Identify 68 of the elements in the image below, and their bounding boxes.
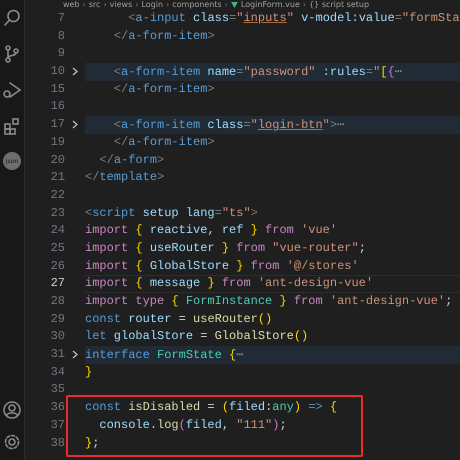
breadcrumb-symbol[interactable]: {} script setup [309, 0, 370, 9]
breadcrumb-folder[interactable]: views [110, 0, 132, 9]
code-text: import type { FormInstance } from 'ant-design-vue'; [85, 294, 452, 308]
breadcrumb-separator: › [103, 0, 107, 9]
line-number: 28 [50, 293, 65, 310]
line-number: 23 [50, 204, 65, 222]
line-number: 31 [50, 346, 65, 364]
line-number: 10 [50, 63, 65, 80]
line-number: 25 [50, 240, 65, 257]
code-text: }; [85, 436, 100, 450]
breadcrumb-separator: › [166, 0, 170, 9]
line-number: 36 [50, 399, 65, 416]
breadcrumb-folder[interactable]: src [88, 0, 100, 9]
code-text: import { reactive, ref } from 'vue' [85, 223, 338, 238]
code-text: import { message } from 'ant-design-vue' [85, 276, 374, 290]
breadcrumb-separator: › [82, 0, 86, 9]
line-number: 9 [56, 45, 65, 62]
line-number: 7 [56, 10, 65, 27]
line-number: 34 [50, 364, 65, 381]
code-text: let globalStore = GlobalStore() [85, 329, 308, 344]
line-number: 15 [50, 80, 65, 98]
code-text: import { useRouter } from "vue-router"; [85, 240, 366, 255]
line-number: 24 [50, 222, 65, 240]
code-text: import { GlobalStore } from '@/stores' [85, 258, 359, 273]
code-text: <script setup lang="ts"> [85, 206, 258, 220]
chevron-icon[interactable] [72, 350, 78, 360]
search-icon[interactable] [2, 8, 22, 28]
line-number: 37 [50, 416, 65, 434]
account-icon[interactable] [2, 400, 22, 420]
code-text: </a-form> [98, 152, 164, 166]
line-number: 8 [56, 28, 65, 45]
line-number: 35 [50, 381, 65, 398]
line-number: 16 [50, 98, 65, 116]
code-text: const router = useRouter() [85, 312, 272, 326]
code-text: </a-form-item> [112, 134, 215, 149]
code-text: <a-form-item name="password" :rules="[{⋯ [112, 65, 402, 80]
code-text: </template> [85, 170, 164, 184]
chevron-icon[interactable] [72, 120, 78, 130]
breadcrumb-folder[interactable]: web [63, 0, 80, 9]
code-text: } [85, 364, 92, 379]
code-text: const isDisabled = (filed:any) => { [85, 400, 338, 414]
play-bug-icon[interactable] [2, 80, 22, 100]
code-text: console.log(filed, "111"); [98, 418, 287, 432]
breadcrumb-file[interactable]: LoginForm.vue [240, 0, 300, 9]
breadcrumb-folder[interactable]: Login [141, 0, 164, 9]
line-number: 29 [50, 310, 65, 328]
line-number: 26 [50, 258, 65, 275]
extensions-icon[interactable] [2, 116, 22, 136]
line-number: 27 [50, 275, 65, 292]
line-number: 38 [50, 434, 65, 452]
code-text: </a-form-item> [112, 28, 215, 43]
chevron-icon[interactable] [72, 67, 78, 76]
code-text: <a-form-item class="login-btn">⋯ [112, 118, 344, 132]
breadcrumb-folder[interactable]: components [172, 0, 222, 9]
breadcrumb-separator: › [224, 0, 228, 9]
code-text: <a-input class="inputs" v-model:value="formSta [127, 11, 460, 25]
code-text: </a-form-item> [112, 82, 215, 96]
breadcrumb-separator: › [302, 0, 306, 9]
code-text: interface FormState {⋯ [85, 348, 244, 362]
line-number: 19 [50, 134, 65, 151]
line-number: 17 [50, 116, 65, 134]
line-number: 30 [50, 328, 65, 346]
breadcrumb-separator: › [135, 0, 138, 9]
vue-file-icon [230, 2, 238, 8]
settings-icon[interactable] [2, 432, 22, 452]
line-number: 21 [50, 169, 65, 186]
line-number: 22 [50, 186, 65, 204]
line-number: 20 [50, 152, 65, 168]
